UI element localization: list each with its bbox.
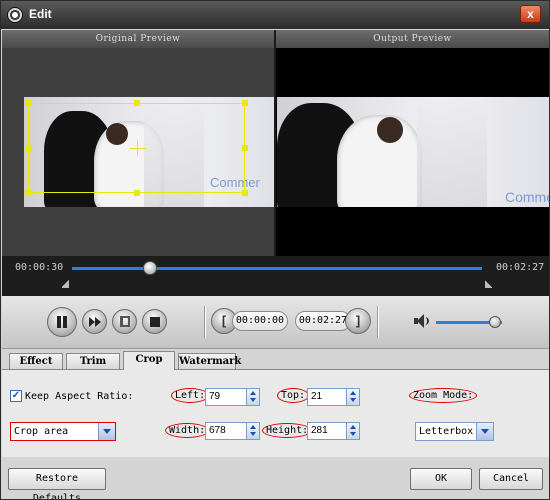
fast-forward-icon-2 xyxy=(94,316,101,327)
top-spin-buttons[interactable] xyxy=(346,389,359,405)
top-spinbox[interactable]: 21 xyxy=(307,388,360,406)
total-time: 00:02:27 xyxy=(496,262,545,273)
keep-aspect-checkbox[interactable]: ✓ xyxy=(10,390,22,402)
stop-button[interactable] xyxy=(142,309,167,334)
start-time-field[interactable]: 00:00:00 xyxy=(232,311,288,331)
left-spinbox[interactable]: 79 xyxy=(205,388,260,406)
crop-handle-bottom[interactable] xyxy=(134,190,140,196)
current-time: 00:00:30 xyxy=(15,262,64,273)
spin-up-icon xyxy=(350,425,356,429)
height-value: 281 xyxy=(311,425,328,436)
crop-handle-top-left[interactable] xyxy=(25,100,31,106)
crop-area-value: Crop area xyxy=(14,426,69,437)
close-button[interactable]: x xyxy=(520,5,541,23)
crop-handle-top-right[interactable] xyxy=(242,100,248,106)
chevron-down-icon xyxy=(481,429,489,434)
zoom-mode-label: Zoom Mode: xyxy=(409,388,478,403)
left-label: Left: xyxy=(171,388,210,403)
title-bar[interactable]: Edit x xyxy=(1,1,549,29)
zoom-mode-dropdown-button[interactable] xyxy=(476,423,493,440)
zoom-mode-dropdown[interactable]: Letterbox xyxy=(415,422,494,441)
pause-button[interactable] xyxy=(47,307,77,337)
spin-down-icon xyxy=(350,432,356,436)
original-preview-pane: Commer xyxy=(2,48,274,256)
width-value: 678 xyxy=(209,425,226,436)
chevron-down-icon xyxy=(103,429,111,434)
top-label: Top: xyxy=(277,388,310,403)
tab-crop[interactable]: Crop xyxy=(123,351,175,370)
trim-end-marker[interactable] xyxy=(485,279,492,288)
speaker-cone xyxy=(417,314,424,328)
left-spin-buttons[interactable] xyxy=(246,389,259,405)
next-frame-button[interactable] xyxy=(112,309,137,334)
width-spin-buttons[interactable] xyxy=(246,423,259,439)
spin-down-icon xyxy=(350,398,356,402)
next-frame-icon xyxy=(119,316,130,327)
trim-start-marker[interactable] xyxy=(62,279,69,288)
end-time-field[interactable]: 00:02:27 xyxy=(295,311,351,331)
cancel-button[interactable]: Cancel xyxy=(479,468,543,490)
zoom-mode-value: Letterbox xyxy=(419,426,474,437)
spin-up-icon xyxy=(350,391,356,395)
timeline-bar: 00:00:30 00:02:27 xyxy=(2,256,549,296)
restore-defaults-button[interactable]: Restore Defaults xyxy=(8,468,106,499)
tab-strip: Effect Trim Crop Watermark xyxy=(2,349,549,370)
height-label: Height: xyxy=(262,423,313,438)
separator xyxy=(377,306,378,338)
crop-handle-bottom-left[interactable] xyxy=(25,190,31,196)
speaker-wave xyxy=(425,317,429,325)
dialog-footer: Restore Defaults OK Cancel xyxy=(2,457,549,499)
tab-trim[interactable]: Trim xyxy=(66,353,120,370)
spin-down-icon xyxy=(250,398,256,402)
separator xyxy=(204,306,205,338)
spin-up-icon xyxy=(250,425,256,429)
left-value: 79 xyxy=(209,391,221,402)
output-preview-pane: Commer xyxy=(276,48,549,256)
keep-aspect-label: Keep Aspect Ratio: xyxy=(25,391,134,402)
width-spinbox[interactable]: 678 xyxy=(205,422,260,440)
width-label: Width: xyxy=(165,423,210,438)
window-title: Edit xyxy=(29,7,52,21)
app-logo-icon xyxy=(7,7,23,23)
output-video-frame: Commer xyxy=(277,97,549,207)
bride-hair-output xyxy=(377,117,403,143)
crop-center-crosshair-h xyxy=(130,148,146,149)
ok-button[interactable]: OK xyxy=(410,468,472,490)
crop-area-dropdown-button[interactable] xyxy=(98,423,115,440)
tab-watermark[interactable]: Watermark xyxy=(178,353,241,370)
seek-slider-track[interactable] xyxy=(72,267,482,270)
spin-up-icon xyxy=(250,391,256,395)
crop-area-dropdown[interactable]: Crop area xyxy=(10,422,116,441)
spin-down-icon xyxy=(250,432,256,436)
playback-controls: [ 00:00:00 00:02:27 ] xyxy=(2,296,549,349)
volume-slider-thumb[interactable] xyxy=(489,316,502,328)
crop-center-crosshair-v xyxy=(137,140,138,156)
original-preview-label: Original Preview xyxy=(2,30,274,48)
veil-figure-output xyxy=(417,97,487,207)
height-spinbox[interactable]: 281 xyxy=(307,422,360,440)
fast-forward-button[interactable] xyxy=(82,309,107,334)
crop-handle-right[interactable] xyxy=(242,145,248,151)
tab-effect[interactable]: Effect xyxy=(9,353,63,370)
output-preview-label: Output Preview xyxy=(276,30,549,48)
top-value: 21 xyxy=(311,391,323,402)
crop-handle-bottom-right[interactable] xyxy=(242,190,248,196)
seek-slider-thumb[interactable] xyxy=(142,261,157,275)
volume-icon[interactable] xyxy=(414,314,430,328)
edit-window: Edit x Original Preview Output Preview C… xyxy=(0,0,550,500)
crop-handle-left[interactable] xyxy=(25,145,31,151)
crop-tab-panel xyxy=(2,369,549,457)
watermark-text-output: Commer xyxy=(505,189,549,205)
stop-icon xyxy=(149,316,160,327)
height-spin-buttons[interactable] xyxy=(346,423,359,439)
pause-icon xyxy=(57,316,67,328)
crop-handle-top[interactable] xyxy=(134,100,140,106)
set-end-button[interactable]: ] xyxy=(345,308,371,334)
